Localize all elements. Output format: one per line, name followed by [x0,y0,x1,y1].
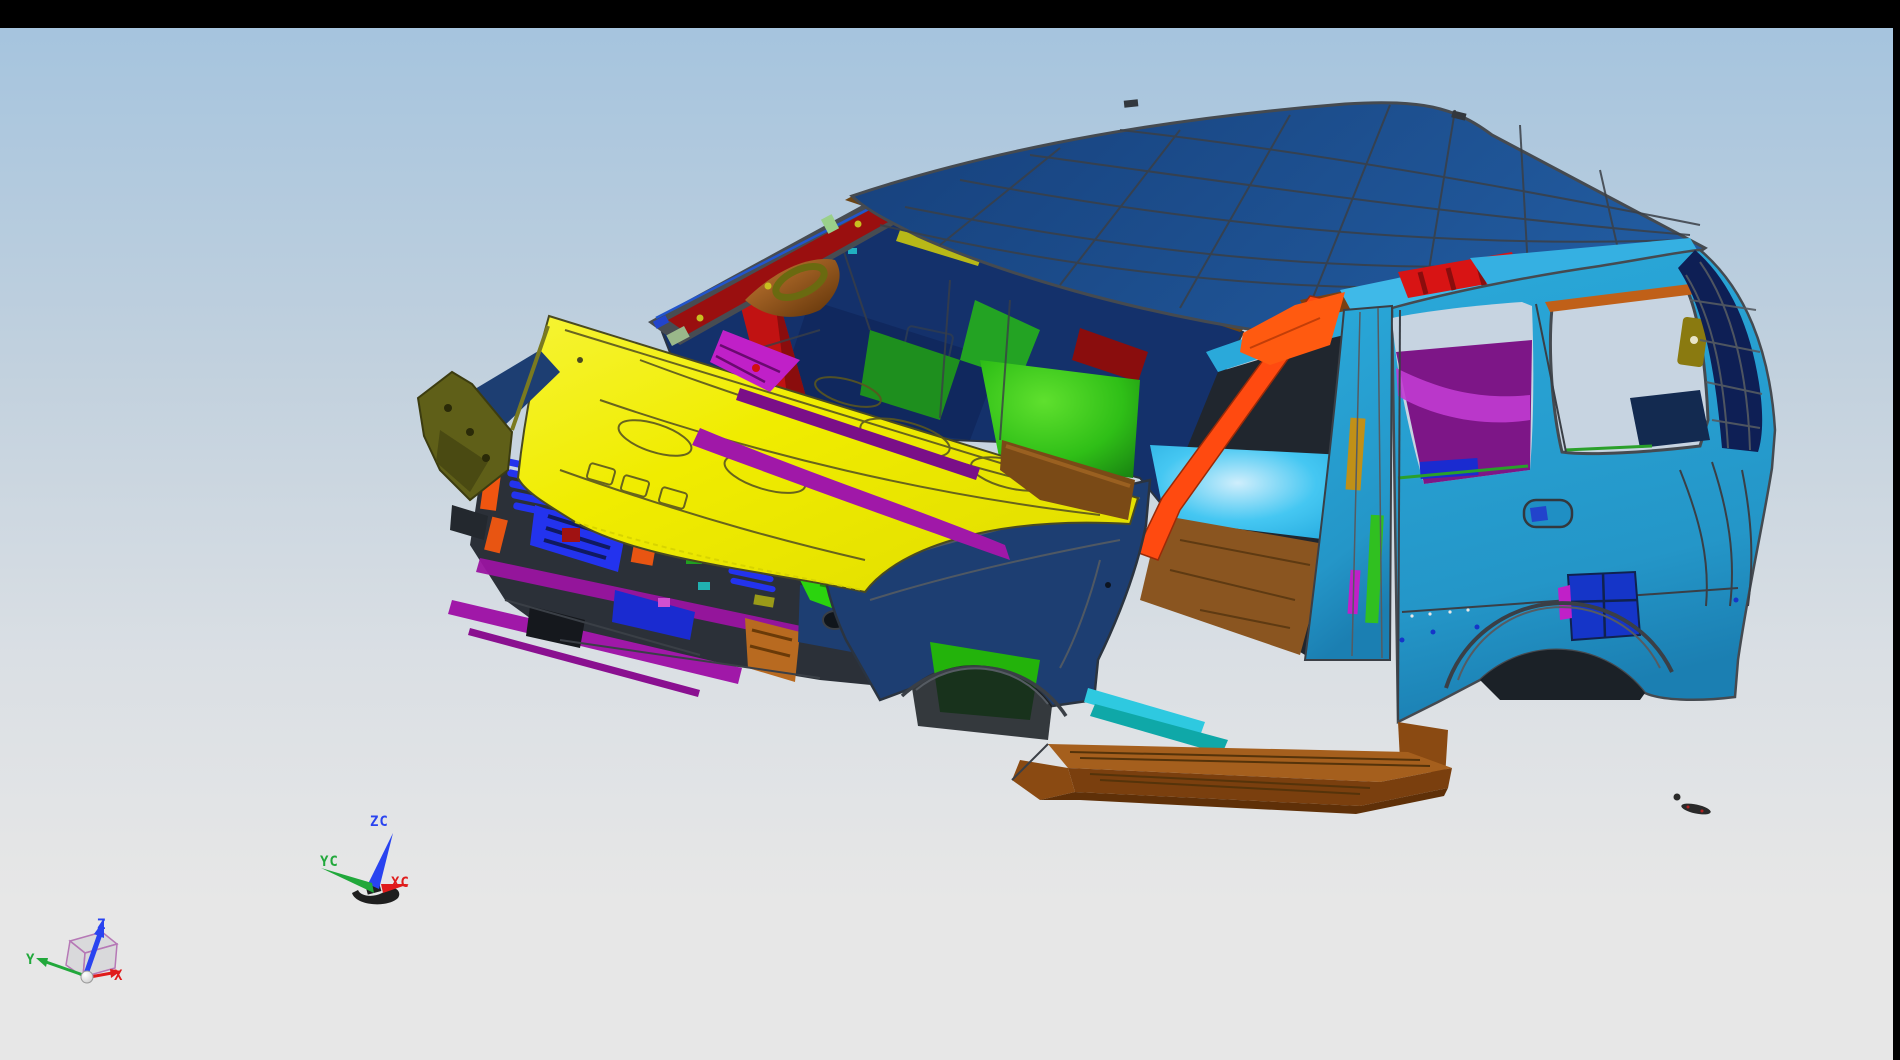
right-frame-bar [1893,0,1900,1060]
body-side-rear[interactable] [1392,250,1775,722]
wcs-x-label: XC [391,875,410,891]
top-frame-bar [0,0,1900,28]
datum-y-label: Y [26,952,35,968]
datum-origin-ball[interactable] [81,971,93,983]
graphics-window: ZC YC XC Z Y X [0,0,1900,1060]
wcs-z-label: ZC [370,814,389,830]
wcs-y-label: YC [320,854,339,870]
cad-viewport: ZC YC XC Z Y X [0,0,1900,1060]
datum-z-label: Z [97,917,106,933]
datum-x-label: X [114,968,123,984]
